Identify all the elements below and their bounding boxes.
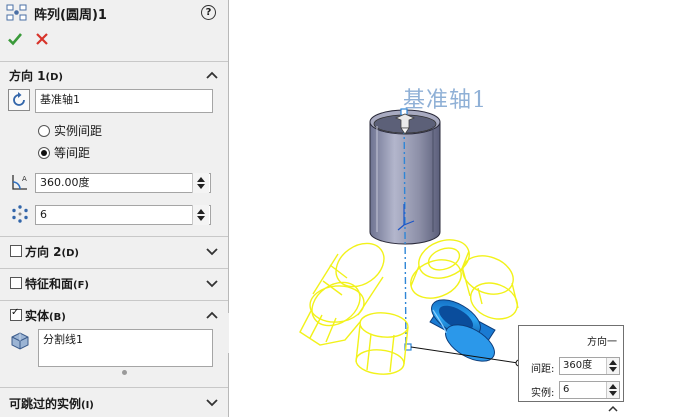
circular-pattern-icon [6, 4, 28, 22]
callout-instances-label: 实例: [531, 388, 555, 399]
equal-spacing-label: 等间距 [54, 146, 91, 160]
features-faces-header[interactable]: 特征和面(F) [25, 275, 89, 292]
callout-spacing-input[interactable]: 360度 [559, 357, 620, 375]
callout-title: 方向一 [587, 337, 617, 348]
instance-count-icon [10, 204, 30, 224]
solid-body-icon [8, 329, 32, 351]
property-manager-panel: 阵列(圆周)1 ? 方向 1(D) 基准轴1 实例间距 等间距 A 360.00… [0, 0, 229, 417]
chevron-up-icon[interactable] [205, 70, 219, 80]
skip-instances-header[interactable]: 可跳过的实例(I) [9, 395, 94, 412]
pattern-callout: 方向一 间距: 360度 实例: 6 [518, 325, 624, 402]
divider [0, 236, 228, 237]
callout-collapse-icon[interactable] [607, 404, 619, 413]
equal-spacing-radio[interactable] [38, 147, 50, 159]
direction2-checkbox[interactable] [10, 245, 22, 257]
preview-instance [299, 285, 365, 346]
angle-icon: A [9, 172, 31, 192]
callout-instances-value: 6 [563, 384, 570, 395]
instance-spacing-radio[interactable] [38, 125, 50, 137]
instance-count-input[interactable]: 6 [35, 205, 211, 225]
divider [0, 300, 228, 301]
selected-body-item[interactable]: 分割线1 [43, 333, 83, 346]
resize-handle[interactable] [122, 370, 127, 375]
callout-spacing-value: 360度 [563, 360, 593, 371]
bodies-shortcut: (B) [49, 312, 66, 323]
direction2-header[interactable]: 方向 2(D) [25, 243, 79, 260]
help-button[interactable]: ? [201, 5, 216, 20]
bodies-header[interactable]: 实体(B) [25, 307, 66, 324]
features-faces-checkbox[interactable] [10, 277, 22, 289]
close-icon [36, 33, 48, 45]
features-faces-shortcut: (F) [73, 280, 89, 291]
bodies-checkbox[interactable] [10, 307, 22, 321]
ok-button[interactable] [7, 31, 23, 47]
preview-instance [355, 312, 409, 375]
direction1-axis-field[interactable]: 基准轴1 [35, 89, 213, 113]
divider [0, 387, 228, 388]
callout-spacing-label: 间距: [531, 364, 555, 375]
chevron-down-icon[interactable] [205, 246, 219, 256]
callout-instances-spinner[interactable] [606, 382, 619, 398]
features-faces-title: 特征和面 [25, 277, 74, 291]
direction1-shortcut: (D) [45, 72, 63, 83]
bodies-selection-list[interactable]: 分割线1 [38, 329, 213, 367]
divider [0, 61, 228, 62]
angle-input[interactable]: 360.00度 [35, 173, 211, 193]
instance-spacing-label: 实例间距 [54, 124, 103, 138]
checkmark-icon [8, 33, 22, 46]
angle-spinner[interactable] [192, 173, 209, 193]
skip-instances-title: 可跳过的实例 [9, 397, 82, 411]
callout-spacing-spinner[interactable] [606, 358, 619, 374]
direction1-header[interactable]: 方向 1(D) [9, 67, 63, 84]
callout-instances-input[interactable]: 6 [559, 381, 620, 399]
chevron-down-icon[interactable] [205, 278, 219, 288]
reverse-direction-button[interactable] [8, 89, 30, 111]
direction1-title: 方向 1 [9, 69, 46, 83]
skip-instances-shortcut: (I) [81, 400, 94, 411]
divider [0, 268, 228, 269]
svg-text:A: A [22, 175, 27, 183]
chevron-down-icon[interactable] [205, 397, 219, 407]
instance-count-spinner[interactable] [192, 205, 209, 225]
datum-axis-label[interactable]: 基准轴1 [403, 82, 487, 114]
chevron-up-icon[interactable] [205, 310, 219, 320]
panel-title: 阵列(圆周)1 [34, 8, 107, 23]
direction2-title: 方向 2 [25, 245, 62, 259]
reverse-direction-icon [13, 92, 25, 106]
direction2-shortcut: (D) [61, 248, 79, 259]
bodies-title: 实体 [25, 309, 50, 323]
model-scene [299, 108, 523, 375]
cancel-button[interactable] [35, 32, 49, 46]
selected-pattern-instance[interactable] [426, 292, 501, 368]
